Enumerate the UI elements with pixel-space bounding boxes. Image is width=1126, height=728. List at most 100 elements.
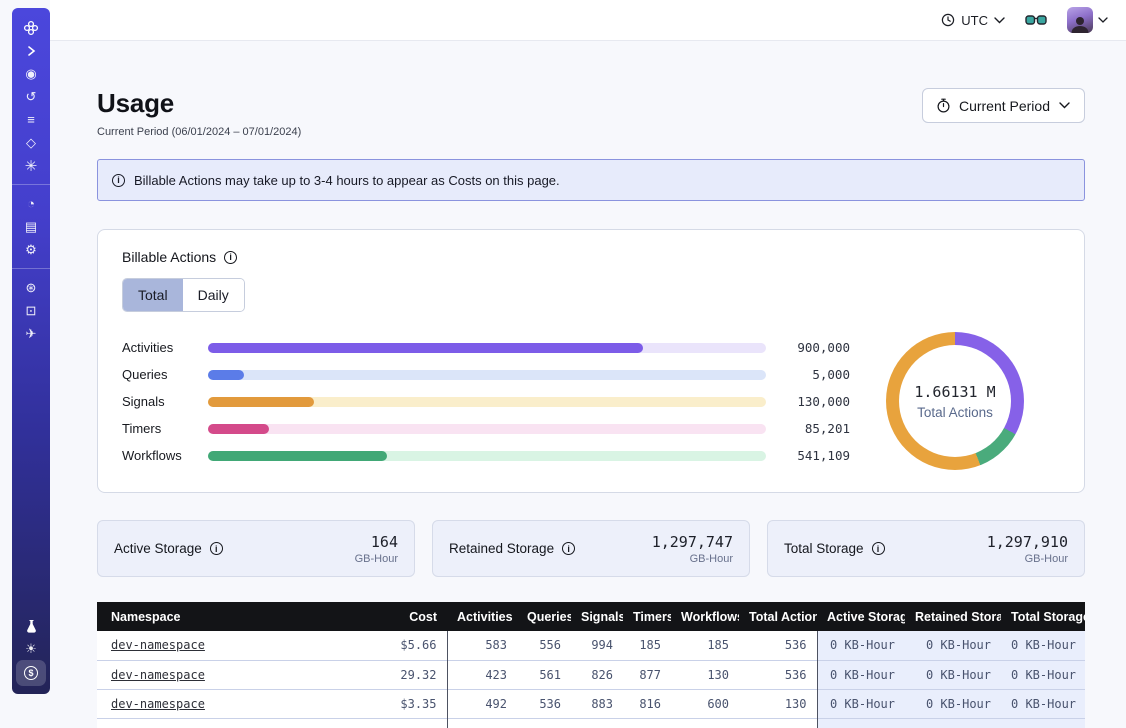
usage-page: Usage Current Period (06/01/2024 – 07/01… [50, 88, 1126, 728]
bar-track [208, 397, 766, 407]
total-actions-donut: 1.66131 M Total Actions [850, 332, 1060, 470]
total-storage-cell: 0 KB-Hour [1001, 631, 1085, 660]
col-activities: Activities [447, 602, 517, 631]
table-row: dev-namespace $5.66 583 556 994 185 185 … [97, 631, 1085, 660]
tab-daily[interactable]: Daily [183, 279, 244, 311]
settings-gear-icon[interactable]: ⚙ [16, 238, 46, 261]
info-icon[interactable] [210, 542, 223, 555]
billable-actions-card: Billable Actions Total Daily Activities … [97, 229, 1085, 493]
namespace-link[interactable]: dev-namespace [111, 638, 205, 652]
col-timers: Timers [623, 602, 671, 631]
current-period-label: Current Period [959, 98, 1050, 114]
bar-label: Queries [122, 367, 208, 382]
active-storage-value: 164 [355, 533, 398, 551]
active-storage-label: Active Storage [114, 541, 202, 556]
history-icon[interactable]: ↺ [16, 85, 46, 108]
namespace-link[interactable]: dev-namespace [111, 668, 205, 682]
temporal-logo-icon[interactable] [16, 16, 46, 39]
col-workflows: Workflows [671, 602, 739, 631]
glasses-icon [1025, 14, 1047, 26]
main-area: UTC Usage Current Period (06/01/2024 – 0… [50, 0, 1126, 700]
timers-cell: 877 [623, 660, 671, 689]
bar-fill [208, 370, 244, 380]
total-storage-label: Total Storage [784, 541, 864, 556]
signals-cell: 826 [571, 660, 623, 689]
bar-value: 900,000 [766, 340, 850, 355]
billable-view-toggle: Total Daily [122, 278, 245, 312]
chevron-down-icon [994, 17, 1005, 24]
current-period-dropdown[interactable]: Current Period [922, 88, 1085, 123]
tab-total[interactable]: Total [123, 279, 183, 311]
layers-icon[interactable]: ≡ [16, 108, 46, 131]
chevron-down-icon [1059, 102, 1070, 109]
namespaces-icon[interactable]: ◉ [16, 62, 46, 85]
dollar-icon: $ [24, 666, 38, 680]
activities-cell: 583 [447, 631, 517, 660]
storage-summary-row: Active Storage 164 GB-Hour Retained Stor… [97, 520, 1085, 577]
info-banner-text: Billable Actions may take up to 3-4 hour… [134, 173, 560, 188]
total-actions-cell: 536 [739, 631, 817, 660]
active-storage-cell: 0 KB-Hour [817, 631, 905, 660]
bar-value: 130,000 [766, 394, 850, 409]
bar-row-workflows: Workflows 541,109 [122, 442, 850, 469]
bar-label: Activities [122, 340, 208, 355]
total-storage-cell: 0 KB-Hour [1001, 689, 1085, 718]
bar-track [208, 343, 766, 353]
chevron-down-icon [1098, 17, 1108, 23]
workflows-cell: 130 [671, 660, 739, 689]
namespace-link[interactable]: dev-namespace [111, 697, 205, 711]
docs-terminal-icon[interactable]: ⊡ [16, 299, 46, 322]
topbar: UTC [50, 0, 1126, 41]
page-subtitle: Current Period (06/01/2024 – 07/01/2024) [97, 126, 301, 138]
page-title: Usage [97, 88, 301, 119]
total-storage-cell: 0 KB-Hour [1001, 660, 1085, 689]
sidebar-divider [12, 184, 50, 185]
bar-track [208, 370, 766, 380]
nexus-asterisk-icon[interactable]: ✳ [16, 154, 46, 177]
total-storage-card: Total Storage 1,297,910 GB-Hour [767, 520, 1085, 577]
signals-cell: 883 [571, 689, 623, 718]
info-banner: Billable Actions may take up to 3-4 hour… [97, 159, 1085, 201]
table-row: dev-namespace 29.32 423 561 826 877 130 … [97, 660, 1085, 689]
workflows-cell: 600 [671, 689, 739, 718]
info-icon[interactable] [562, 542, 575, 555]
workflows-cell: 185 [671, 631, 739, 660]
glasses-button[interactable] [1025, 14, 1047, 26]
theme-sun-icon[interactable]: ☀ [16, 637, 46, 660]
active-storage-cell: 0 KB-Hour [817, 689, 905, 718]
col-namespace: Namespace [97, 602, 367, 631]
support-lifebuoy-icon[interactable]: ⊛ [16, 276, 46, 299]
queries-cell: 561 [517, 660, 571, 689]
info-icon [112, 174, 125, 187]
info-icon[interactable] [872, 542, 885, 555]
timezone-label: UTC [961, 13, 988, 28]
bar-fill [208, 397, 314, 407]
retained-storage-cell: 0 KB-Hour [905, 631, 1001, 660]
deployments-cube-icon[interactable]: ◇ [16, 131, 46, 154]
bar-fill [208, 451, 387, 461]
col-signals: Signals [571, 602, 623, 631]
expand-chevron-icon[interactable] [16, 39, 46, 62]
info-icon[interactable] [224, 251, 237, 264]
cost-cell: $3.35 [367, 689, 447, 718]
total-actions-value: 1.66131 M [914, 383, 995, 401]
timezone-dropdown[interactable]: UTC [941, 13, 1005, 28]
getting-started-rocket-icon[interactable]: ✈ [16, 322, 46, 345]
user-menu[interactable] [1067, 7, 1108, 33]
total-actions-cell: 130 [739, 689, 817, 718]
total-storage-value: 1,297,910 [987, 533, 1068, 551]
signals-cell: 994 [571, 631, 623, 660]
table-row: dev-namespace $3.35 492 536 883 816 600 … [97, 689, 1085, 718]
bar-value: 5,000 [766, 367, 850, 382]
stopwatch-icon [937, 98, 950, 113]
billable-bar-chart: Activities 900,000 Queries 5,000 Signals… [122, 332, 850, 470]
bar-row-queries: Queries 5,000 [122, 361, 850, 388]
timers-cell: 185 [623, 631, 671, 660]
billing-coin-icon[interactable]: $ [16, 660, 46, 686]
bar-label: Timers [122, 421, 208, 436]
usage-gauge-icon[interactable]: ◔ [16, 192, 46, 215]
labs-flask-icon[interactable] [16, 614, 46, 637]
bar-value: 85,201 [766, 421, 850, 436]
billing-card-icon[interactable]: ▤ [16, 215, 46, 238]
retained-storage-label: Retained Storage [449, 541, 554, 556]
